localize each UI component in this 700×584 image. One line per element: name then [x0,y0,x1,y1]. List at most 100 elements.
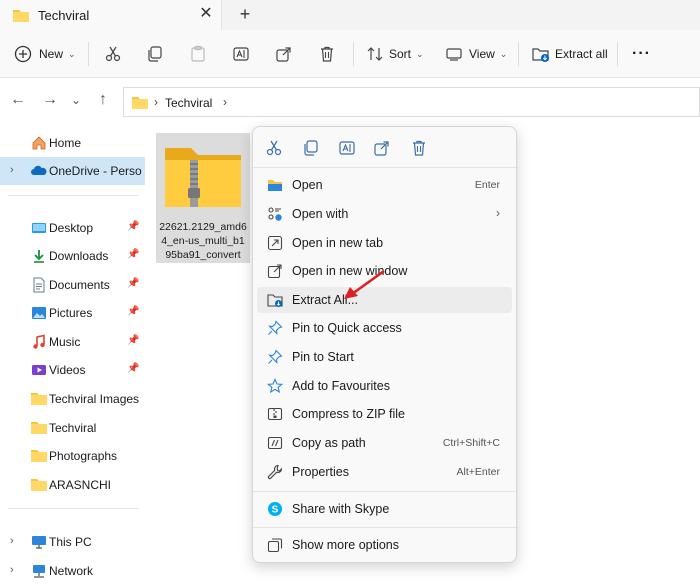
menu-item-add-to-favourites[interactable]: Add to Favourites [257,373,512,399]
sidebar-item-label: ARASNCHI [49,478,112,492]
sidebar-item-techviral-images[interactable]: Techviral Images [0,385,145,413]
trash-icon [318,45,336,63]
view-label: View [469,47,495,61]
chevron-down-icon: ⌄ [416,48,424,59]
sidebar-item-arasnchi[interactable]: ARASNCHI [0,471,145,499]
sidebar-item-network[interactable]: › Network [0,557,145,584]
divider [253,491,516,492]
rename-button[interactable] [232,42,250,66]
sidebar-item-videos[interactable]: Videos 📌 [0,356,145,384]
pin-icon[interactable]: 📌 [127,221,139,232]
sidebar-item-pictures[interactable]: Pictures 📌 [0,299,145,327]
more-options-button[interactable]: ··· [632,42,651,66]
back-arrow-icon[interactable]: ← [8,90,28,110]
sidebar-item-desktop[interactable]: Desktop 📌 [0,214,145,242]
breadcrumb-separator[interactable]: › [154,95,158,109]
folder-icon [31,391,47,407]
pin-icon[interactable]: 📌 [127,363,139,374]
file-name: 22621.2129_amd64_en-us_multi_b195ba91_co… [159,221,247,261]
svg-text:S: S [272,505,279,516]
share-button[interactable] [275,42,293,66]
menu-item-pin-quick-access[interactable]: Pin to Quick access [257,315,512,341]
menu-item-open-new-tab[interactable]: Open in new tab [257,230,512,256]
cut-icon[interactable] [265,139,283,157]
sidebar-item-techviral[interactable]: Techviral [0,414,145,442]
sidebar-item-documents[interactable]: Documents 📌 [0,271,145,299]
file-item-selected[interactable]: 22621.2129_amd64_en-us_multi_b195ba91_co… [156,133,250,263]
up-arrow-icon[interactable]: ↑ [93,90,113,110]
extract-all-button[interactable]: Extract all [532,42,608,66]
sidebar-item-home[interactable]: Home [0,129,145,157]
menu-item-copy-as-path[interactable]: Copy as path Ctrl+Shift+C [257,430,512,456]
menu-item-shortcut: Enter [474,179,500,191]
forward-arrow-icon[interactable]: → [40,90,60,110]
menu-item-shortcut: Alt+Enter [456,466,500,478]
recent-chevron-icon[interactable]: ⌄ [66,90,86,110]
sidebar-item-label: Techviral Images [49,392,140,406]
new-button[interactable]: New ⌄ [14,42,76,66]
pin-icon[interactable]: 📌 [127,306,139,317]
divider [8,195,138,196]
view-button[interactable]: View ⌄ [445,42,507,66]
scissors-icon [104,45,122,63]
close-tab-icon[interactable]: ✕ [198,5,214,23]
copy-icon[interactable] [302,139,320,157]
menu-item-show-more-options[interactable]: Show more options [257,532,512,558]
sidebar-item-onedrive[interactable]: › OneDrive - Persona [0,157,145,185]
menu-item-label: Compress to ZIP file [292,407,406,421]
new-tab-button[interactable]: + [236,4,254,24]
sort-button[interactable]: Sort ⌄ [366,42,424,66]
tab-techviral[interactable]: Techviral ✕ [0,0,222,30]
rename-icon[interactable] [338,139,356,157]
folder-icon [13,8,29,25]
divider [253,527,516,528]
pin-icon[interactable]: 📌 [127,278,139,289]
delete-button[interactable] [318,42,336,66]
folder-icon [31,477,47,493]
sidebar-item-photographs[interactable]: Photographs [0,442,145,470]
context-menu: Open Enter Open with › Open in new tab O… [252,126,517,563]
open-new-tab-icon [267,235,283,251]
paste-button[interactable] [189,42,207,66]
pin-icon[interactable]: 📌 [127,335,139,346]
menu-item-compress-zip[interactable]: Compress to ZIP file [257,401,512,427]
home-icon [31,135,47,151]
breadcrumb-techviral[interactable]: Techviral [165,96,212,110]
menu-item-label: Open [292,178,323,192]
chevron-right-icon[interactable]: › [10,564,14,576]
folder-icon [31,448,47,464]
pin-icon[interactable]: 📌 [127,249,139,260]
computer-icon [31,534,47,550]
menu-item-open[interactable]: Open Enter [257,172,512,198]
cut-button[interactable] [104,42,122,66]
wrench-icon [267,464,283,480]
skype-icon: S [267,501,283,517]
divider [8,508,138,509]
pin-icon [267,320,283,336]
network-icon [31,563,47,579]
menu-item-label: Open in new tab [292,236,384,250]
chevron-right-icon[interactable]: › [10,164,14,176]
sidebar-item-downloads[interactable]: Downloads 📌 [0,242,145,270]
menu-item-pin-to-start[interactable]: Pin to Start [257,344,512,370]
chevron-right-icon[interactable]: › [10,535,14,547]
trash-icon[interactable] [410,139,428,157]
star-icon [266,378,284,394]
extract-icon [532,45,550,63]
breadcrumb-separator[interactable]: › [223,95,227,109]
address-bar[interactable]: › Techviral › [123,87,700,117]
apps-icon [267,206,283,222]
menu-item-open-with[interactable]: Open with › [257,201,512,227]
sidebar-item-music[interactable]: Music 📌 [0,328,145,356]
tab-title: Techviral [38,8,90,23]
sidebar-item-this-pc[interactable]: › This PC [0,528,145,556]
menu-item-label: Share with Skype [292,502,390,516]
copy-button[interactable] [146,42,164,66]
command-bar: New ⌄ Sort ⌄ View ⌄ Extract all ··· [0,30,700,78]
view-icon [445,45,463,63]
copy-icon [146,45,164,63]
menu-item-share-skype[interactable]: S Share with Skype [257,496,512,522]
menu-item-properties[interactable]: Properties Alt+Enter [257,459,512,485]
divider [253,167,516,168]
share-icon[interactable] [373,139,391,157]
